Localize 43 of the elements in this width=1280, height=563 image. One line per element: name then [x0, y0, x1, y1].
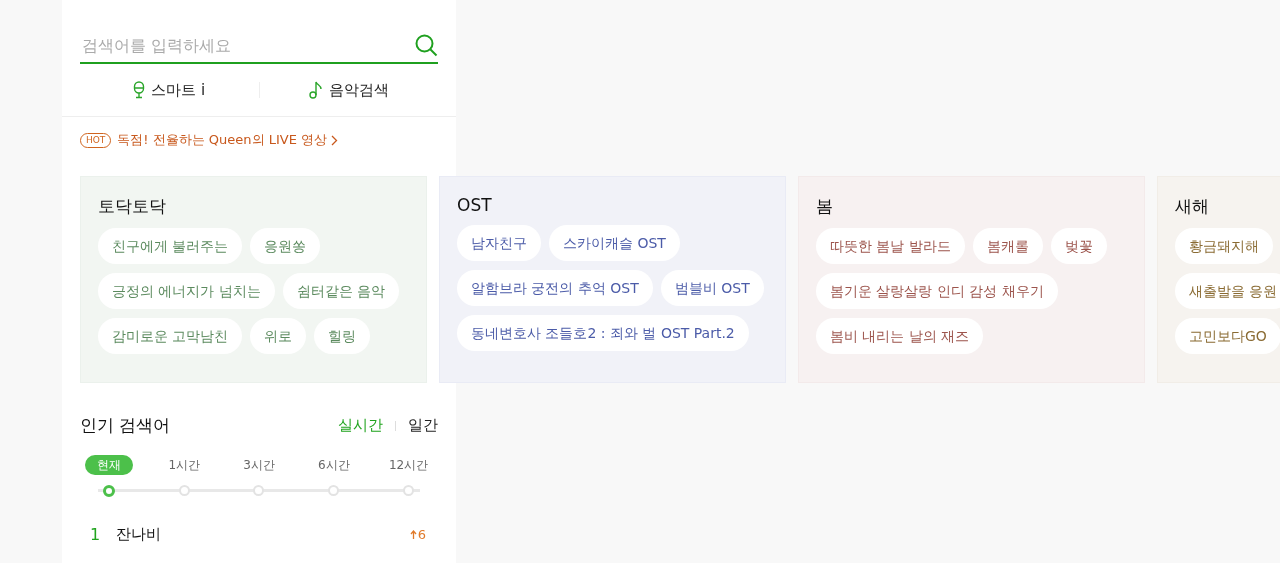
search-icon[interactable] [414, 33, 438, 57]
search-field[interactable]: 검색어를 입력하세요 [80, 28, 438, 64]
chevron-right-icon [331, 134, 338, 146]
search-mode-link[interactable]: 음악검색 [259, 80, 438, 100]
rank-change: 6 [409, 527, 426, 542]
tag-chip[interactable]: 스카이캐슬 OST [549, 225, 680, 261]
tag-chip[interactable]: 봄기운 살랑살랑 인디 감성 채우기 [816, 273, 1058, 309]
search-input[interactable]: 검색어를 입력하세요 [80, 34, 414, 56]
period-tab[interactable]: 일간 [408, 416, 438, 435]
tag-chip[interactable]: 황금돼지해 [1175, 228, 1273, 264]
tag-chip[interactable]: 긍정의 에너지가 넘치는 [98, 273, 275, 309]
tag-chip[interactable]: 새출발을 응원 [1175, 273, 1280, 309]
tag-chip[interactable]: 남자친구 [457, 225, 541, 261]
tag-chip[interactable]: 감미로운 고막남친 [98, 318, 243, 354]
time-option[interactable]: 3시간 [231, 455, 287, 475]
rank-number: 1 [90, 525, 102, 544]
card-title: OST [457, 195, 493, 215]
tag-chip[interactable]: 알함브라 궁전의 추억 OST [457, 270, 653, 306]
tag-chip[interactable]: 범블비 OST [660, 270, 764, 306]
tag-chip[interactable]: 봄비 내리는 날의 재즈 [816, 318, 984, 354]
card-title: 봄 [816, 195, 834, 218]
time-option[interactable]: 1시간 [156, 455, 212, 475]
tag-chip[interactable]: 친구에게 불러주는 [98, 228, 243, 264]
microphone-icon [133, 81, 146, 99]
section-title: 인기 검색어 [80, 414, 171, 437]
music-note-icon [308, 81, 323, 99]
search-mode-link[interactable]: 스마트 i [80, 80, 259, 100]
time-option[interactable]: 6시간 [305, 455, 362, 475]
card-title: 새해 [1175, 195, 1210, 218]
song-title[interactable]: 잔나비 [116, 525, 410, 544]
tag-chip[interactable]: 응원쏭 [250, 228, 321, 264]
tag-chip[interactable]: 위로 [250, 318, 307, 354]
tag-chip[interactable]: 봄캐롤 [972, 228, 1043, 264]
tag-chip[interactable]: 벚꽃 [1050, 228, 1107, 264]
time-option[interactable]: 12시간 [376, 455, 441, 475]
tag-chip[interactable]: 쉼터같은 음악 [282, 273, 400, 309]
tag-chip[interactable]: 따뜻한 봄날 발라드 [816, 228, 965, 264]
card-title: 토닥토닥 [98, 195, 167, 218]
tag-chip[interactable]: 힐링 [314, 318, 371, 354]
tag-chip[interactable]: 동네변호사 조들호2 : 죄와 벌 OST Part.2 [457, 315, 749, 351]
period-tab[interactable]: 실시간 [338, 416, 383, 435]
hot-news-link[interactable]: 독점! 전율하는 Queen의 LIVE 영상 [117, 131, 338, 149]
tag-chip[interactable]: 고민보다GO [1175, 318, 1280, 354]
